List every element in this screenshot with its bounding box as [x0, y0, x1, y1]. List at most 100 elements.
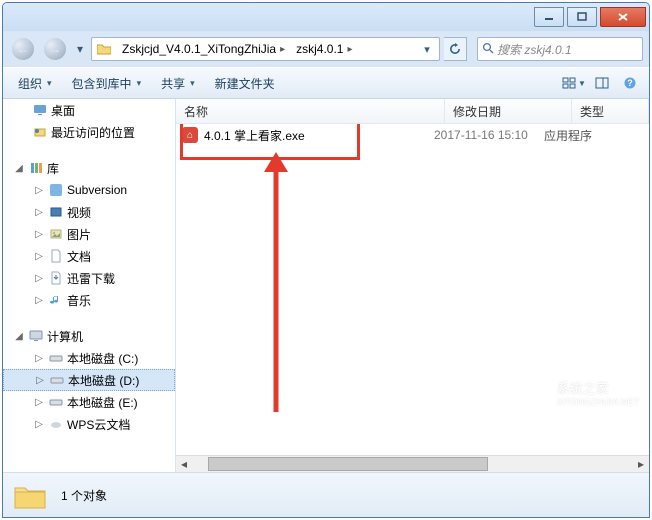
document-icon [48, 248, 64, 264]
folder-large-icon [13, 480, 47, 510]
scroll-thumb[interactable] [208, 457, 488, 471]
tree-label: 视频 [67, 204, 91, 221]
newfolder-button[interactable]: 新建文件夹 [206, 70, 284, 96]
tree-label: 本地磁盘 (E:) [67, 394, 138, 411]
expand-icon[interactable]: ▷ [33, 273, 45, 284]
chevron-down-icon: ▾ [47, 78, 52, 89]
include-in-library-button[interactable]: 包含到库中 ▾ [63, 70, 151, 96]
organize-button[interactable]: 组织 ▾ [9, 70, 61, 96]
cloud-icon [48, 416, 64, 432]
expand-icon[interactable]: ▷ [33, 207, 45, 218]
tree-recent[interactable]: 最近访问的位置 [3, 121, 175, 143]
expand-icon[interactable]: ▷ [33, 229, 45, 240]
chevron-down-icon: ▾ [190, 78, 195, 89]
address-bar[interactable]: Zskjcjd_V4.0.1_XiTongZhiJia ▸ zskj4.0.1 … [91, 37, 440, 61]
tree-lib-xunlei[interactable]: ▷迅雷下载 [3, 267, 175, 289]
scroll-right-arrow[interactable]: ▸ [633, 457, 649, 471]
breadcrumb-label: Zskjcjd_V4.0.1_XiTongZhiJia [122, 42, 276, 56]
watermark: 系统之家 XITONGZHIJIA.NET [523, 378, 639, 407]
folder-icon [95, 40, 113, 58]
chevron-right-icon: ▸ [347, 44, 352, 55]
expand-icon[interactable]: ▷ [33, 295, 45, 306]
drive-icon [49, 372, 65, 388]
search-icon [482, 42, 494, 57]
house-icon [523, 381, 551, 405]
expand-icon[interactable]: ▷ [33, 251, 45, 262]
video-icon [48, 204, 64, 220]
close-button[interactable] [600, 7, 646, 27]
forward-button[interactable]: → [41, 36, 69, 62]
refresh-icon [449, 43, 461, 55]
breadcrumb-item-1[interactable]: zskj4.0.1 ▸ [290, 38, 357, 60]
tree-lib-pictures[interactable]: ▷ 图片 [3, 223, 175, 245]
tree-label: 本地磁盘 (D:) [68, 372, 139, 389]
tree-label: 最近访问的位置 [51, 124, 135, 141]
tree-libraries[interactable]: ◢ 库 [3, 157, 175, 179]
tree-lib-subversion[interactable]: ▷ Subversion [3, 179, 175, 201]
preview-pane-icon [595, 77, 609, 89]
tree-label: 图片 [67, 226, 91, 243]
download-icon [48, 270, 64, 286]
expand-icon[interactable]: ▷ [34, 375, 46, 386]
subversion-icon [48, 182, 64, 198]
refresh-button[interactable] [444, 37, 467, 61]
file-type: 应用程序 [544, 127, 592, 144]
breadcrumb-label: zskj4.0.1 [296, 42, 343, 56]
library-icon [28, 160, 44, 176]
tree-lib-documents[interactable]: ▷文档 [3, 245, 175, 267]
tree-lib-video[interactable]: ▷ 视频 [3, 201, 175, 223]
help-icon: ? [623, 76, 637, 90]
tree-drive-d[interactable]: ▷ 本地磁盘 (D:) [3, 369, 175, 391]
col-date[interactable]: 修改日期 [445, 99, 572, 123]
exe-icon: ⌂ [182, 127, 198, 143]
table-row[interactable]: ⌂ 4.0.1 掌上看家.exe 2017-11-16 15:10 应用程序 [176, 124, 649, 146]
tree-label: 音乐 [67, 292, 91, 309]
search-input[interactable]: 搜索 zskj4.0.1 [477, 37, 643, 61]
file-name: 4.0.1 掌上看家.exe [204, 127, 305, 144]
tree-wps-cloud[interactable]: ▷WPS云文档 [3, 413, 175, 435]
history-dropdown[interactable]: ▾ [73, 38, 87, 60]
tree-computer[interactable]: ◢ 计算机 [3, 325, 175, 347]
tree-drive-c[interactable]: ▷本地磁盘 (C:) [3, 347, 175, 369]
scroll-left-arrow[interactable]: ◂ [176, 457, 192, 471]
annotation-arrow [256, 152, 296, 422]
explorer-window: ← → ▾ Zskjcjd_V4.0.1_XiTongZhiJia ▸ zskj… [2, 2, 650, 518]
drive-icon [48, 350, 64, 366]
watermark-line1: 系统之家 [557, 378, 639, 397]
preview-pane-button[interactable] [589, 70, 615, 96]
nav-tree[interactable]: 桌面 最近访问的位置 ◢ 库 ▷ Subversion ▷ 视频 ▷ 图片 ▷文档 ▷… [3, 99, 176, 472]
collapse-icon[interactable]: ◢ [13, 163, 25, 174]
breadcrumb-item-0[interactable]: Zskjcjd_V4.0.1_XiTongZhiJia ▸ [116, 38, 290, 60]
expand-icon[interactable]: ▷ [33, 185, 45, 196]
tree-label: Subversion [67, 183, 127, 197]
horizontal-scrollbar[interactable]: ◂ ▸ [176, 455, 649, 472]
help-button[interactable]: ? [617, 70, 643, 96]
expand-icon[interactable]: ▷ [33, 419, 45, 430]
newfolder-label: 新建文件夹 [215, 75, 275, 92]
nav-row: ← → ▾ Zskjcjd_V4.0.1_XiTongZhiJia ▸ zskj… [3, 31, 649, 67]
svg-text:?: ? [627, 78, 633, 88]
computer-icon [28, 328, 44, 344]
share-button[interactable]: 共享 ▾ [152, 70, 204, 96]
watermark-line2: XITONGZHIJIA.NET [557, 397, 639, 407]
collapse-icon[interactable]: ◢ [13, 331, 25, 342]
minimize-button[interactable] [534, 7, 564, 27]
back-button[interactable]: ← [9, 36, 37, 62]
include-label: 包含到库中 [72, 75, 132, 92]
view-options-button[interactable]: ▼ [561, 70, 587, 96]
back-arrow-icon: ← [12, 38, 34, 60]
col-name[interactable]: 名称 [176, 99, 445, 123]
tree-desktop[interactable]: 桌面 [3, 99, 175, 121]
chevron-down-icon: ▼ [578, 79, 586, 88]
maximize-button[interactable] [567, 7, 597, 27]
tree-drive-e[interactable]: ▷ 本地磁盘 (E:) [3, 391, 175, 413]
expand-icon[interactable]: ▷ [33, 397, 45, 408]
organize-label: 组织 [18, 75, 42, 92]
tree-lib-music[interactable]: ▷ 音乐 [3, 289, 175, 311]
address-dropdown[interactable]: ▾ [418, 40, 436, 58]
chevron-right-icon: ▸ [280, 44, 285, 55]
chevron-down-icon: ▾ [137, 78, 142, 89]
expand-icon[interactable]: ▷ [33, 353, 45, 364]
col-type[interactable]: 类型 [572, 99, 649, 123]
file-rows[interactable]: ⌂ 4.0.1 掌上看家.exe 2017-11-16 15:10 应用程序 [176, 124, 649, 455]
